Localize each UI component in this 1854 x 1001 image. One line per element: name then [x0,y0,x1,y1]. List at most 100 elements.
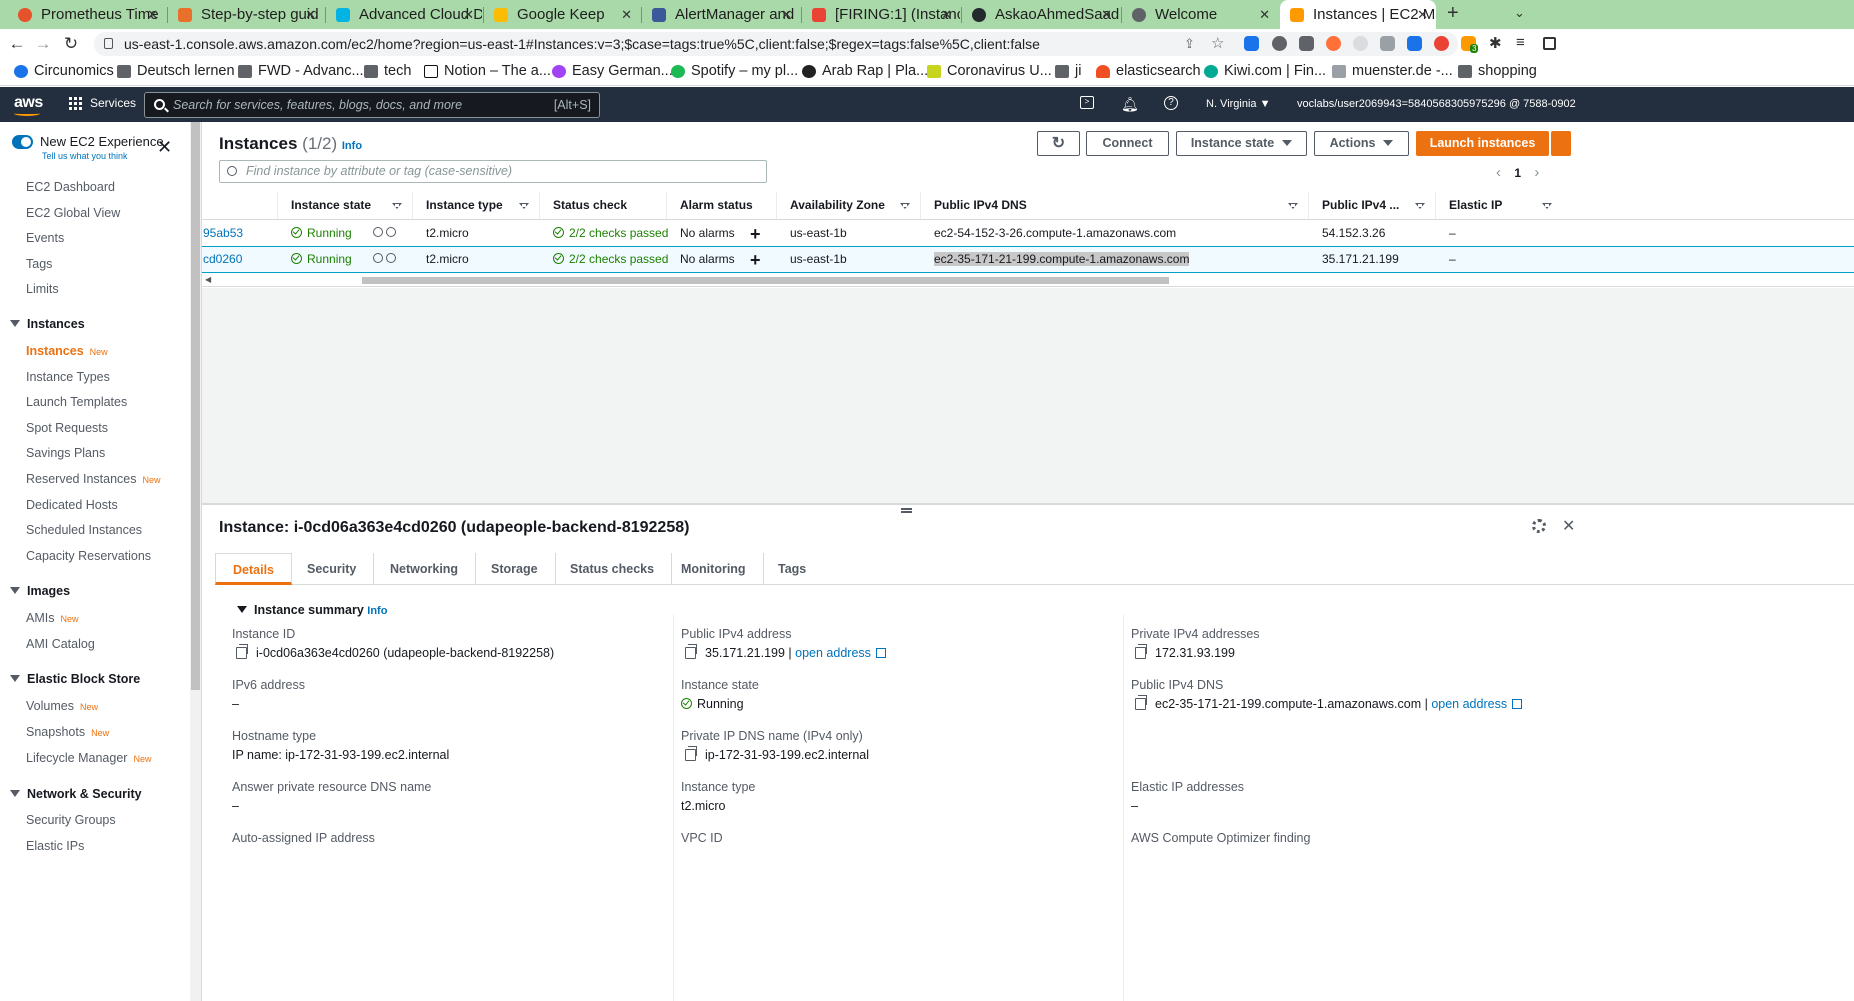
media-queue-icon[interactable]: ≡ [1516,34,1525,51]
scroll-left-icon[interactable]: ◀ [205,275,211,284]
sidebar-item-capacity-reservations[interactable]: Capacity Reservations [26,549,151,563]
info-link[interactable]: Info [342,140,362,152]
zoom-out-icon[interactable] [386,253,396,263]
col-status-check[interactable]: Status check [539,192,666,219]
back-icon[interactable]: ← [6,33,28,55]
close-tab-icon[interactable]: ✕ [305,7,316,23]
extension-cloud-icon[interactable] [1353,36,1368,51]
sidebar-section-images[interactable]: Images [10,584,70,598]
aws-logo[interactable]: aws [14,94,43,116]
feedback-link[interactable]: Tell us what you think [42,151,128,161]
instance-id-link[interactable]: 95ab53 [203,226,243,240]
sidebar-item-lifecycle-manager[interactable]: Lifecycle Manager New [26,751,151,765]
sidebar-item-dedicated-hosts[interactable]: Dedicated Hosts [26,498,118,512]
close-tab-icon[interactable]: ✕ [621,7,632,23]
refresh-button[interactable]: ↻ [1037,131,1080,156]
zoom-in-icon[interactable] [373,253,383,263]
close-icon[interactable]: ✕ [1562,516,1575,536]
sidebar-item-reserved-instances[interactable]: Reserved Instances New [26,472,161,486]
browser-tab-active[interactable]: Instances | EC2 Ma ✕ [1280,0,1436,29]
sidebar-item-security-groups[interactable]: Security Groups [26,813,116,827]
browser-tab[interactable]: [FIRING:1] (Instanc ✕ [802,0,960,29]
extension-gear-icon[interactable] [1272,36,1287,51]
browser-tab[interactable]: Welcome ✕ [1122,0,1278,29]
actions-button[interactable]: Actions [1314,131,1409,156]
sidepanel-icon[interactable] [1543,37,1556,50]
copy-icon[interactable] [685,644,697,659]
next-page-icon[interactable]: › [1534,164,1539,181]
browser-tab[interactable]: Google Keep ✕ [484,0,640,29]
close-tab-icon[interactable]: ✕ [941,7,952,23]
bookmark-item[interactable]: elasticsearch [1096,63,1201,79]
sort-icon[interactable] [519,203,529,209]
sidebar-item-amis[interactable]: AMIs New [26,611,79,625]
zoom-out-icon[interactable] [386,227,396,237]
copy-icon[interactable] [1135,695,1147,710]
close-sidebar-icon[interactable]: ✕ [157,137,172,158]
forward-icon[interactable]: → [32,33,54,55]
sidebar-section-network-security[interactable]: Network & Security [10,787,142,801]
browser-tab[interactable]: Prometheus Time ✕ [8,0,166,29]
instance-summary-header[interactable]: Instance summary Info [237,603,387,617]
col-instance-type[interactable]: Instance type [412,192,539,219]
sort-icon[interactable] [1542,203,1552,209]
browser-tab[interactable]: Advanced Cloud D ✕ [326,0,482,29]
bookmark-folder[interactable]: ji [1055,63,1081,79]
new-experience-toggle[interactable] [12,135,33,149]
scrollbar-thumb[interactable] [191,122,200,690]
sort-icon[interactable] [1415,203,1425,209]
reload-icon[interactable]: ↻ [60,33,82,55]
instance-filter-input[interactable]: Find instance by attribute or tag (case-… [219,160,767,183]
tab-status-checks[interactable]: Status checks [553,553,673,585]
extension-react-icon[interactable] [1244,36,1259,51]
add-alarm-icon[interactable]: + [750,225,761,243]
bookmark-item[interactable]: Spotify – my pl... [671,63,798,79]
account-menu[interactable]: voclabs/user2069943=5840568305975296 @ 7… [1297,98,1576,110]
connect-button[interactable]: Connect [1086,131,1169,156]
instance-id-link[interactable]: cd0260 [203,252,242,266]
extension-icon[interactable] [1380,36,1395,51]
sidebar-item-global-view[interactable]: EC2 Global View [26,206,120,220]
bookmark-folder[interactable]: tech [364,63,411,79]
close-tab-icon[interactable]: ✕ [1417,7,1428,23]
tab-tags[interactable]: Tags [761,553,823,585]
col-instance-state[interactable]: Instance state [277,192,412,219]
puzzle-extensions-icon[interactable]: ✱ [1489,34,1502,52]
sidebar-item-instances[interactable]: Instances New [26,344,108,358]
sort-icon[interactable] [1288,203,1298,209]
launch-dropdown-button[interactable] [1551,131,1571,156]
sidebar-item-elastic-ips[interactable]: Elastic IPs [26,839,84,853]
cloudshell-icon[interactable]: > [1080,96,1094,109]
sidebar-item-instance-types[interactable]: Instance Types [26,370,110,384]
bookmark-item[interactable]: Notion – The a... [424,63,551,79]
new-tab-icon[interactable]: + [1447,2,1459,25]
sidebar-item-ec2-dashboard[interactable]: EC2 Dashboard [26,180,115,194]
bookmark-star-icon[interactable]: ☆ [1211,32,1224,56]
sidebar-item-events[interactable]: Events [26,231,64,245]
copy-icon[interactable] [685,746,697,761]
sidebar-section-ebs[interactable]: Elastic Block Store [10,672,140,686]
resize-grip-icon[interactable] [901,508,912,513]
sort-icon[interactable] [900,203,910,209]
bookmark-item[interactable]: muenster.de -... [1332,63,1453,79]
info-link[interactable]: Info [367,605,387,617]
external-link-icon[interactable] [875,648,886,658]
extension-browser-icon[interactable] [1326,36,1341,51]
bookmark-folder[interactable]: FWD - Advanc... [238,63,364,79]
bookmark-item[interactable]: Coronavirus U... [927,63,1052,79]
bookmark-item[interactable]: Kiwi.com | Fin... [1204,63,1326,79]
tab-networking[interactable]: Networking [373,553,477,585]
table-horizontal-scrollbar[interactable]: ◀ [202,274,1854,287]
gear-icon[interactable] [1532,519,1546,533]
tab-monitoring[interactable]: Monitoring [664,553,764,585]
zoom-in-icon[interactable] [373,227,383,237]
tab-search-icon[interactable]: ⌄ [1514,5,1525,21]
bookmark-item[interactable]: Arab Rap | Pla... [802,63,928,79]
prev-page-icon[interactable]: ‹ [1496,164,1501,181]
services-menu[interactable]: Services [69,96,136,110]
browser-tab[interactable]: Step-by-step guid ✕ [168,0,324,29]
sidebar-scrollbar[interactable] [190,122,201,1001]
sidebar-item-tags[interactable]: Tags [26,257,52,271]
external-link-icon[interactable] [1512,699,1523,709]
col-alarm-status[interactable]: Alarm status [666,192,776,219]
